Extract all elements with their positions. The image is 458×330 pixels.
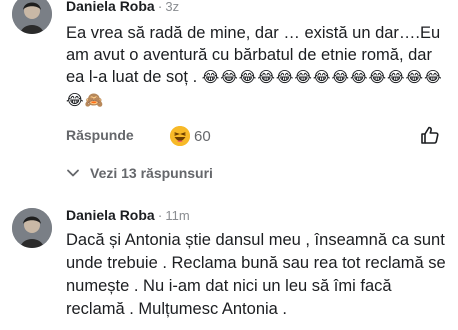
chevron-down-icon: [67, 169, 79, 177]
laughing-emoji-icon: [170, 126, 190, 146]
reaction-count: 60: [194, 127, 211, 145]
comment-1: Daniela Roba · 3z Ea vrea să radă de mine,…: [0, 0, 458, 190]
like-thumb-icon[interactable]: [420, 125, 440, 145]
comment-text: Dacă și Antonia știe dansul meu , înseam…: [66, 231, 446, 318]
reply-button[interactable]: Răspunde: [66, 127, 134, 143]
author-name[interactable]: Daniela Roba: [66, 207, 155, 223]
avatar-image: [12, 208, 52, 248]
comment-2: Daniela Roba · 11m Dacă și Antonia știe da…: [0, 200, 458, 330]
reaction-summary[interactable]: 60: [170, 124, 211, 148]
separator: ·: [157, 0, 163, 14]
avatar[interactable]: [12, 0, 52, 34]
author-name[interactable]: Daniela Roba: [66, 0, 155, 14]
avatar[interactable]: [12, 208, 52, 248]
comment-header: Daniela Roba · 3z: [66, 0, 179, 14]
timestamp[interactable]: 3z: [165, 0, 179, 14]
separator: ·: [157, 207, 163, 223]
comment-text: Ea vrea să radă de mine, dar … există un…: [66, 22, 446, 112]
avatar-image: [12, 0, 52, 34]
timestamp[interactable]: 11m: [165, 208, 189, 223]
comment-actions: Răspunde 60: [66, 124, 446, 148]
view-replies-label: Vezi 13 răspunsuri: [90, 165, 213, 181]
comment-header: Daniela Roba · 11m: [66, 207, 190, 223]
view-replies-link[interactable]: Vezi 13 răspunsuri: [66, 163, 213, 183]
